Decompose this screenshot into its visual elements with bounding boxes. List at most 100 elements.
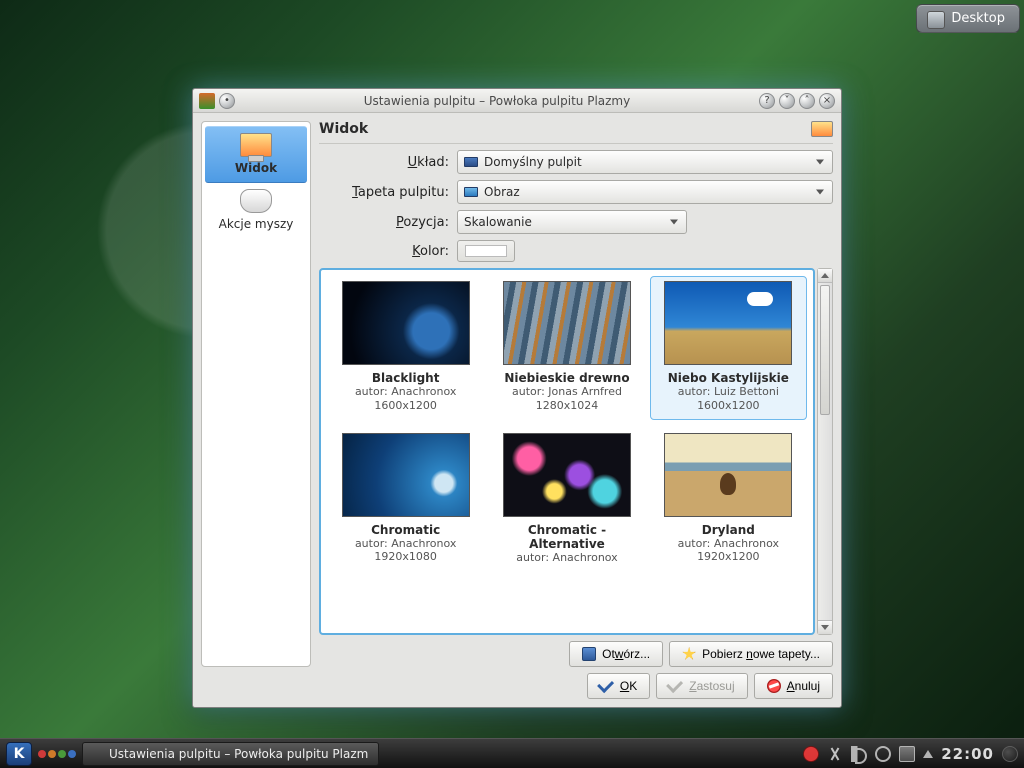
wallpaper-thumb [503,433,631,517]
wallpaper-meta: autor: Anachronox1600x1200 [355,385,456,413]
settings-window: • Ustawienia pulpitu – Powłoka pulpitu P… [192,88,842,708]
titlebar[interactable]: • Ustawienia pulpitu – Powłoka pulpitu P… [193,89,841,113]
scroll-up-button[interactable] [818,269,832,283]
layout-combo[interactable]: Domyślny pulpit [457,150,833,174]
triangle-down-icon [821,625,829,630]
task-title: Ustawienia pulpitu – Powłoka pulpitu Pla… [109,747,368,761]
color-picker[interactable] [457,240,515,262]
open-button[interactable]: Otwórz... [569,641,663,667]
scrollbar[interactable] [817,268,833,635]
desktop-toolbox[interactable]: Desktop [916,4,1020,33]
dialog-buttons: OK Zastosuj Anuluj [201,673,833,699]
wallpaper-value: Obraz [484,185,520,199]
layout-value: Domyślny pulpit [484,155,582,169]
task-entry[interactable]: Ustawienia pulpitu – Powłoka pulpitu Pla… [82,742,379,766]
sidebar-item-label: Widok [235,161,277,175]
pager[interactable] [38,750,76,758]
position-label: Pozycja: [319,215,449,230]
desktop-toolbox-label: Desktop [951,11,1005,26]
wallpaper-meta: autor: Jonas Arnfred1280x1024 [512,385,622,413]
wallpaper-gallery: Blacklightautor: Anachronox1600x1200Nieb… [319,268,815,635]
opera-icon[interactable] [803,746,819,762]
sidebar-item-label: Akcje myszy [219,217,294,231]
chevron-down-icon [816,190,824,195]
pager-dot[interactable] [68,750,76,758]
wallpaper-item[interactable]: Niebieskie drewnoautor: Jonas Arnfred128… [488,276,645,420]
app-icon [89,747,103,761]
wallpaper-title: Chromatic - Alternative [491,523,642,551]
gallery-buttons: Otwórz... Pobierz nowe tapety... [319,641,833,667]
wallpaper-combo[interactable]: Obraz [457,180,833,204]
show-desktop-icon[interactable] [1002,746,1018,762]
wallpaper-thumb [664,281,792,365]
wallpaper-thumb [342,281,470,365]
triangle-up-icon [821,273,829,278]
position-combo[interactable]: Skalowanie [457,210,687,234]
wallpaper-title: Niebo Kastylijskie [668,371,789,385]
color-swatch-inner [465,245,507,257]
cancel-icon [767,679,781,693]
wallpaper-item[interactable]: Niebo Kastylijskieautor: Luiz Bettoni160… [650,276,807,420]
ok-button[interactable]: OK [587,673,650,699]
main-panel: Widok Układ: Domyślny pulpit Tapeta pulp… [319,121,833,667]
check-icon [666,676,683,693]
klipper-icon[interactable] [827,746,843,762]
star-icon [682,647,696,661]
pager-dot[interactable] [48,750,56,758]
check-icon [597,676,614,693]
chevron-down-icon [670,220,678,225]
wallpaper-meta: autor: Anachronox1920x1080 [355,537,456,565]
monitor-icon [240,133,272,157]
wallpaper-meta: autor: Anachronox1920x1200 [678,537,779,565]
window-title: Ustawienia pulpitu – Powłoka pulpitu Pla… [235,94,759,108]
clock[interactable]: 22:00 [941,745,994,763]
wallpaper-item[interactable]: Drylandautor: Anachronox1920x1200 [650,428,807,572]
tray-expand-icon[interactable] [923,750,933,758]
app-icon [199,93,215,109]
wallpaper-thumb [664,433,792,517]
get-new-button[interactable]: Pobierz nowe tapety... [669,641,833,667]
wallpaper-item[interactable]: Blacklightautor: Anachronox1600x1200 [327,276,484,420]
window-body: Widok Akcje myszy Widok Układ: [193,113,841,707]
scroll-thumb[interactable] [820,285,830,415]
wallpaper-title: Blacklight [372,371,440,385]
sidebar-item-view[interactable]: Widok [205,126,307,183]
taskbar: K Ustawienia pulpitu – Powłoka pulpitu P… [0,738,1024,768]
network-icon[interactable] [875,746,891,762]
scroll-down-button[interactable] [818,620,832,634]
position-value: Skalowanie [464,215,532,229]
apply-button[interactable]: Zastosuj [656,673,747,699]
minimize-icon[interactable]: ˅ [779,93,795,109]
heading-thumb-icon [811,121,833,137]
form: Układ: Domyślny pulpit Tapeta pulpitu: O… [319,150,833,262]
maximize-icon[interactable]: ˄ [799,93,815,109]
wallpaper-label: Tapeta pulpitu: [319,185,449,200]
layout-label: Układ: [319,155,449,170]
wallpaper-meta: autor: Anachronox [516,551,617,565]
pager-dot[interactable] [38,750,46,758]
wallpaper-thumb [342,433,470,517]
divider [319,143,833,144]
wallpaper-title: Dryland [702,523,755,537]
start-button[interactable]: K [6,742,32,766]
wallpaper-title: Chromatic [371,523,440,537]
sidebar: Widok Akcje myszy [201,121,311,667]
volume-icon[interactable] [851,746,867,762]
close-icon[interactable]: × [819,93,835,109]
device-icon[interactable] [899,746,915,762]
wallpaper-title: Niebieskie drewno [504,371,629,385]
wallpaper-item[interactable]: Chromaticautor: Anachronox1920x1080 [327,428,484,572]
image-small-icon [464,187,478,197]
floppy-icon [582,647,596,661]
chevron-down-icon [816,160,824,165]
sidebar-item-mouse-actions[interactable]: Akcje myszy [202,183,310,238]
pin-icon[interactable]: • [219,93,235,109]
page-title: Widok [319,121,811,137]
wallpaper-thumb [503,281,631,365]
wallpaper-item[interactable]: Chromatic - Alternativeautor: Anachronox [488,428,645,572]
color-label: Kolor: [319,244,449,259]
cancel-button[interactable]: Anuluj [754,673,833,699]
desktop-small-icon [464,157,478,167]
help-icon[interactable]: ? [759,93,775,109]
pager-dot[interactable] [58,750,66,758]
